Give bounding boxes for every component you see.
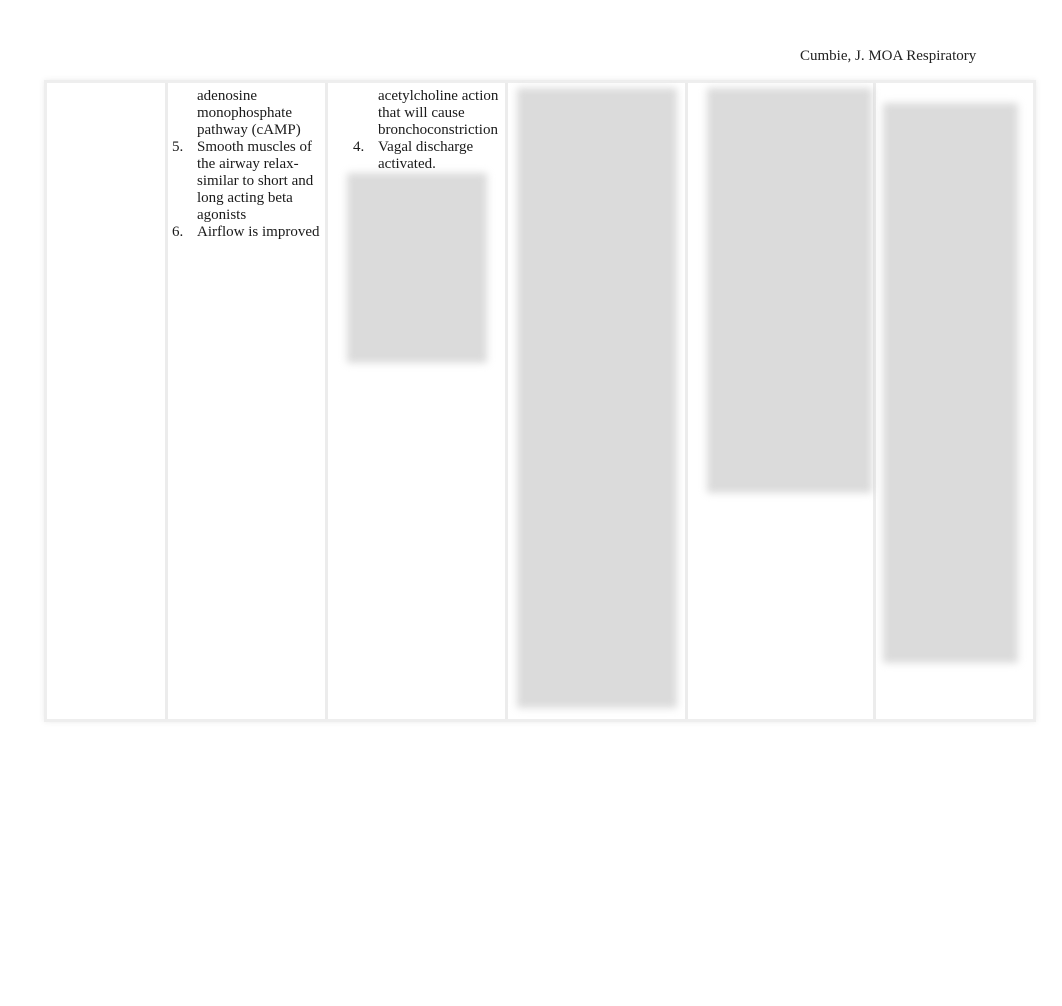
- list-item-text: Vagal discharge activated.: [378, 139, 474, 172]
- page-header: Cumbie, J. MOA Respiratory: [800, 48, 977, 64]
- list-item-text: acetylcholine action that will cause bro…: [378, 88, 499, 138]
- list-item-text: Smooth muscles of the airway relax- simi…: [197, 139, 314, 223]
- list-item: 5. Smooth muscles of the airway relax- si…: [172, 139, 322, 224]
- moa-table: adenosine monophosphate pathway (cAMP) 5…: [44, 80, 1036, 722]
- column-3-list: acetylcholine action that will cause bro…: [353, 88, 503, 173]
- list-item: 6. Airflow is improved: [172, 224, 322, 241]
- list-item-number: 5.: [172, 139, 184, 155]
- column-2-list: adenosine monophosphate pathway (cAMP) 5…: [172, 88, 322, 241]
- redacted-text-block: [517, 88, 677, 708]
- table-column-1: [47, 83, 168, 719]
- list-item-number: 6.: [172, 224, 184, 240]
- redacted-text-block: [883, 103, 1018, 663]
- list-item-text: adenosine monophosphate pathway (cAMP): [197, 88, 301, 138]
- list-item: 4. Vagal discharge activated.: [353, 139, 503, 173]
- redacted-text-block: [347, 173, 487, 363]
- list-item-number: 4.: [353, 139, 365, 155]
- redacted-text-block: [707, 88, 872, 493]
- list-item-continuation: acetylcholine action that will cause bro…: [353, 88, 503, 139]
- list-item-continuation: adenosine monophosphate pathway (cAMP): [172, 88, 322, 139]
- list-item-text: Airflow is improved: [197, 224, 320, 240]
